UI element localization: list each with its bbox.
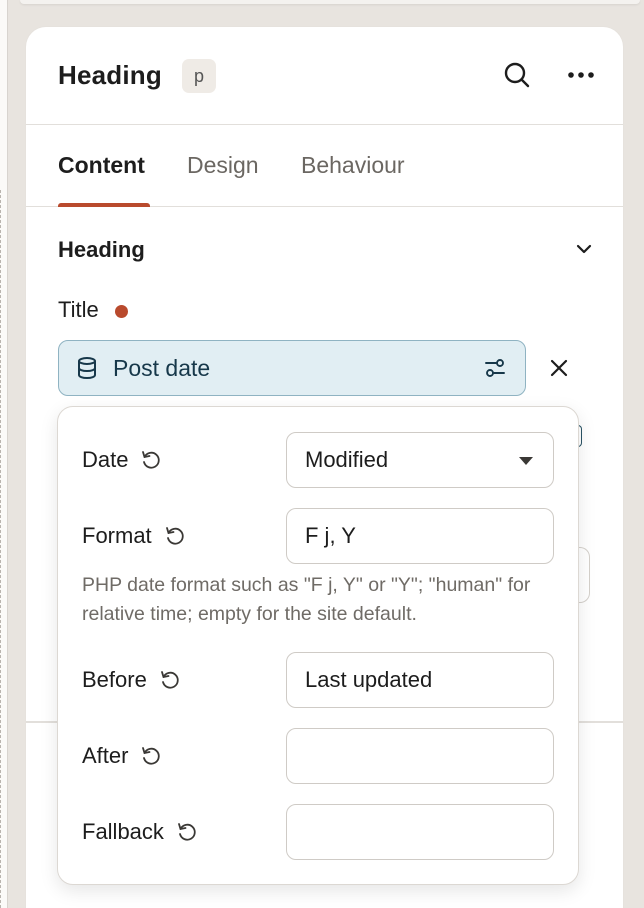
fallback-label: Fallback — [82, 819, 164, 844]
panel-title: Heading — [58, 60, 162, 90]
top-strip — [20, 0, 640, 4]
panel-header: Heading p — [26, 27, 623, 125]
reset-icon[interactable] — [176, 821, 198, 843]
title-field-label: Title — [58, 297, 99, 322]
fallback-row-label: Fallback — [82, 819, 198, 845]
more-options-icon[interactable] — [564, 58, 598, 92]
before-label: Before — [82, 667, 147, 692]
tag-badge[interactable]: p — [182, 59, 216, 93]
search-icon[interactable] — [500, 58, 534, 92]
format-label: Format — [82, 523, 152, 548]
fallback-input[interactable] — [286, 804, 554, 860]
format-help-text: PHP date format such as "F j, Y" or "Y";… — [82, 574, 531, 625]
dynamic-data-popover: Date Modified Format F j, Y PHP date for… — [57, 406, 579, 885]
tab-bar: Content Design Behaviour — [26, 125, 623, 207]
modified-indicator-dot — [115, 305, 128, 318]
date-select[interactable]: Modified — [286, 432, 554, 488]
active-tab-indicator — [58, 203, 150, 207]
after-row-label: After — [82, 743, 162, 769]
chevron-down-icon[interactable] — [572, 237, 596, 261]
format-row-label: Format — [82, 523, 186, 549]
reset-icon[interactable] — [140, 745, 162, 767]
settings-sliders-icon[interactable] — [483, 356, 507, 385]
after-input[interactable] — [286, 728, 554, 784]
title-dynamic-input[interactable]: Post date — [58, 340, 526, 396]
tab-design[interactable]: Design — [187, 152, 259, 179]
after-label: After — [82, 743, 129, 768]
reset-icon[interactable] — [164, 525, 186, 547]
canvas-guide — [0, 190, 2, 908]
reset-icon[interactable] — [159, 669, 181, 691]
before-row-label: Before — [82, 667, 181, 693]
dropdown-caret-icon — [519, 457, 533, 465]
tab-behaviour[interactable]: Behaviour — [301, 152, 405, 179]
reset-icon[interactable] — [140, 449, 162, 471]
date-label: Date — [82, 447, 129, 472]
date-select-value: Modified — [305, 447, 389, 472]
tab-content[interactable]: Content — [58, 152, 145, 179]
dynamic-value-label: Post date — [113, 355, 211, 381]
format-input[interactable]: F j, Y — [286, 508, 554, 564]
date-row-label: Date — [82, 447, 162, 473]
database-icon — [75, 356, 99, 385]
close-icon[interactable] — [546, 355, 572, 381]
section-heading-title[interactable]: Heading — [58, 237, 145, 263]
before-input[interactable]: Last updated — [286, 652, 554, 708]
